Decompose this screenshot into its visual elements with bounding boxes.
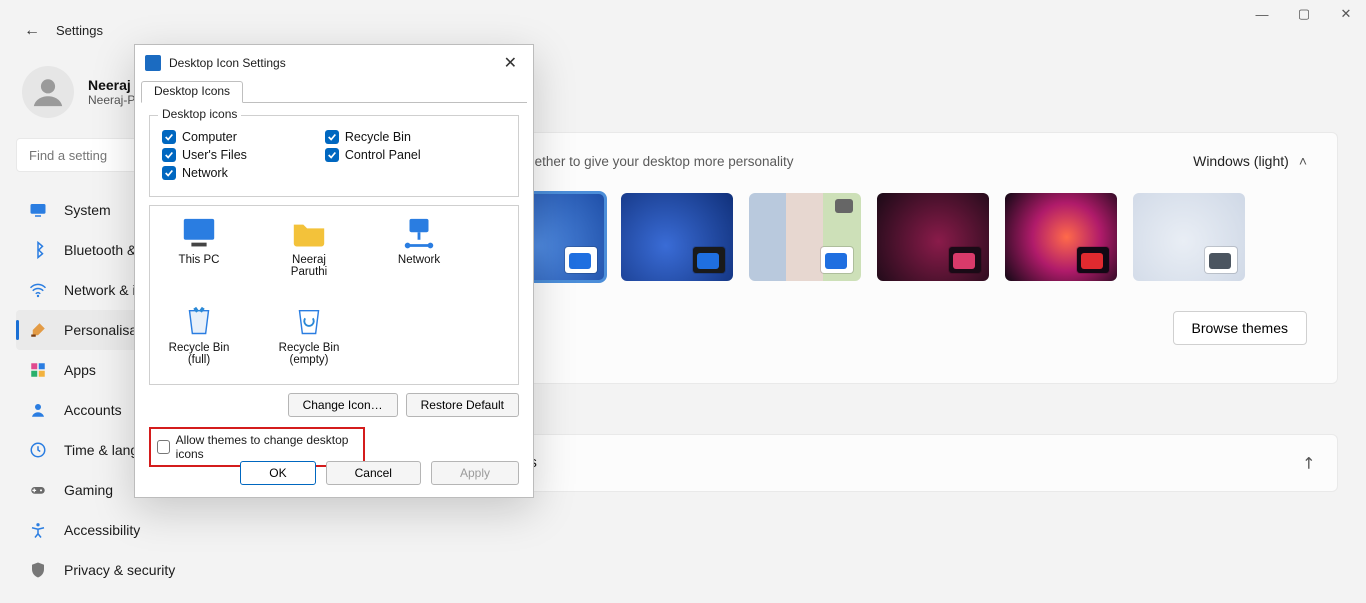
dialog-close-button[interactable]: ✕ <box>498 53 523 73</box>
open-external-icon: ↗ <box>1296 451 1320 475</box>
brush-icon <box>28 320 48 340</box>
checkmark-icon <box>325 148 339 162</box>
accessibility-icon <box>28 520 48 540</box>
network-icon <box>400 216 438 250</box>
dialog-app-icon <box>145 55 161 71</box>
sidebar-item-label: Gaming <box>64 482 113 498</box>
theme-tile-6[interactable] <box>1005 193 1117 281</box>
wifi-icon <box>28 280 48 300</box>
sidebar-item-label: Privacy & security <box>64 562 175 578</box>
browse-themes-button[interactable]: Browse themes <box>1173 311 1307 345</box>
close-button[interactable]: ✕ <box>1336 6 1356 22</box>
chevron-up-icon: ˄ <box>1299 153 1307 169</box>
clock-icon <box>28 440 48 460</box>
sidebar-item-label: Bluetooth & <box>64 242 136 258</box>
apps-icon <box>28 360 48 380</box>
checkbox-unchecked-icon <box>157 440 170 454</box>
current-theme-label: Windows (light) <box>1193 153 1289 169</box>
checkbox-control-panel[interactable]: Control Panel <box>325 148 421 162</box>
checkmark-icon <box>325 130 339 144</box>
desktop-icons-group: Desktop icons Computer User's Files Netw… <box>149 115 519 197</box>
themes-expand[interactable]: Windows (light) ˄ <box>1193 153 1307 169</box>
theme-tile-4[interactable] <box>749 193 861 281</box>
person-icon <box>28 400 48 420</box>
restore-default-button[interactable]: Restore Default <box>406 393 519 417</box>
window-controls: — ▢ ✕ <box>1252 6 1356 22</box>
group-legend: Desktop icons <box>158 107 241 121</box>
icon-this-pc[interactable]: This PC <box>164 216 234 282</box>
theme-tile-5[interactable] <box>877 193 989 281</box>
icon-recycle-empty[interactable]: Recycle Bin (empty) <box>274 304 344 370</box>
sidebar-item-privacy[interactable]: Privacy & security <box>16 550 308 590</box>
ok-button[interactable]: OK <box>240 461 315 485</box>
icon-network[interactable]: Network <box>384 216 454 282</box>
sidebar-item-label: Accounts <box>64 402 122 418</box>
checkmark-icon <box>162 148 176 162</box>
icon-recycle-full[interactable]: Recycle Bin (full) <box>164 304 234 370</box>
icon-preview-grid: This PC Neeraj Paruthi Network Recycle B… <box>149 205 519 385</box>
sidebar-item-label: Network & i <box>64 282 136 298</box>
checkbox-network[interactable]: Network <box>162 166 247 180</box>
recycle-full-icon <box>180 304 218 338</box>
cancel-button[interactable]: Cancel <box>326 461 421 485</box>
apply-button[interactable]: Apply <box>431 461 519 485</box>
checkbox-recycle-bin[interactable]: Recycle Bin <box>325 130 421 144</box>
sidebar-item-accessibility[interactable]: Accessibility <box>16 510 308 550</box>
checkmark-icon <box>162 166 176 180</box>
user-name: Neeraj <box>88 77 135 93</box>
sidebar-item-label: Accessibility <box>64 522 140 538</box>
checkbox-users-files[interactable]: User's Files <box>162 148 247 162</box>
theme-tile-7[interactable] <box>1133 193 1245 281</box>
maximize-button[interactable]: ▢ <box>1294 6 1314 22</box>
minimize-button[interactable]: — <box>1252 7 1272 22</box>
display-icon <box>28 200 48 220</box>
theme-tile-3[interactable] <box>621 193 733 281</box>
icon-user-folder[interactable]: Neeraj Paruthi <box>274 216 344 282</box>
dialog-title: Desktop Icon Settings <box>169 56 286 70</box>
shield-icon <box>28 560 48 580</box>
back-arrow-icon[interactable]: ← <box>24 22 40 40</box>
allow-themes-label: Allow themes to change desktop icons <box>176 433 357 461</box>
sidebar-item-label: System <box>64 202 111 218</box>
checkbox-computer[interactable]: Computer <box>162 130 247 144</box>
avatar <box>22 66 74 118</box>
checkmark-icon <box>162 130 176 144</box>
app-title: Settings <box>56 23 103 38</box>
pc-icon <box>180 216 218 250</box>
change-icon-button[interactable]: Change Icon… <box>288 393 398 417</box>
bluetooth-icon <box>28 240 48 260</box>
folder-icon <box>290 216 328 250</box>
gamepad-icon <box>28 480 48 500</box>
desktop-icon-settings-dialog: Desktop Icon Settings ✕ Desktop Icons De… <box>134 44 534 498</box>
tab-desktop-icons[interactable]: Desktop Icons <box>141 81 243 103</box>
sidebar-item-label: Time & lang <box>64 442 138 458</box>
camera-icon <box>835 199 853 213</box>
sidebar-item-label: Personalisat <box>64 322 141 338</box>
recycle-empty-icon <box>290 304 328 338</box>
sidebar-item-label: Apps <box>64 362 96 378</box>
user-subline: Neeraj-P <box>88 93 135 107</box>
